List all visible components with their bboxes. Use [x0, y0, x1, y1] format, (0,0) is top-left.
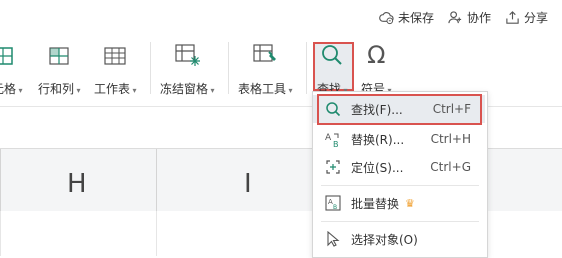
svg-text:A: A	[325, 133, 332, 143]
freeze-panes-icon	[172, 42, 202, 68]
ribbon-separator	[228, 42, 229, 94]
rows-cols-button[interactable]: 行和列	[38, 42, 81, 102]
menu-item-shortcut: Ctrl+G	[430, 160, 471, 174]
menu-item-select-objects[interactable]: 选择对象(O)	[313, 225, 485, 253]
cell-button[interactable]: 元格	[0, 42, 23, 102]
unsaved-status[interactable]: 未保存	[379, 9, 434, 26]
magnifier-icon	[324, 100, 342, 118]
menu-item-label: 查找(F)...	[351, 102, 403, 117]
column-header-i[interactable]: I	[244, 169, 252, 199]
share-label: 分享	[523, 11, 548, 25]
menu-item-shortcut: Ctrl+H	[430, 132, 471, 146]
omega-icon: Ω	[367, 41, 386, 69]
cloud-sync-icon	[379, 12, 394, 25]
menu-separator	[321, 221, 479, 222]
menu-item-shortcut: Ctrl+F	[432, 102, 471, 116]
freeze-panes-button[interactable]: 冻结窗格	[160, 42, 215, 102]
table-tools-label: 表格工具	[238, 80, 293, 97]
share-icon	[506, 11, 519, 24]
worksheet-icon	[100, 42, 130, 68]
unsaved-label: 未保存	[397, 11, 434, 25]
worksheet-button[interactable]: 工作表	[94, 42, 137, 102]
replace-icon: AB	[324, 130, 342, 148]
rows-cols-label: 行和列	[38, 80, 81, 97]
rows-cols-icon	[44, 42, 74, 68]
menu-item-find[interactable]: 查找(F)... Ctrl+F	[313, 95, 485, 123]
batch-replace-icon: AB	[324, 194, 342, 212]
column-divider	[0, 149, 1, 211]
crown-icon: ♛	[405, 196, 415, 210]
locate-icon	[324, 158, 342, 176]
column-divider[interactable]	[156, 149, 157, 211]
menu-item-label: 定位(S)...	[351, 160, 404, 175]
menu-separator	[321, 185, 479, 186]
share-button[interactable]: 分享	[505, 9, 548, 26]
worksheet-label: 工作表	[94, 80, 137, 97]
freeze-panes-label: 冻结窗格	[160, 80, 215, 97]
menu-item-replace[interactable]: AB 替换(R)... Ctrl+H	[313, 125, 485, 153]
ribbon-separator	[150, 42, 151, 94]
find-dropdown-menu: 查找(F)... Ctrl+F AB 替换(R)... Ctrl+H 定位(S)…	[312, 91, 488, 258]
menu-item-batch-replace[interactable]: AB 批量替换 ♛	[313, 189, 485, 217]
collab-button[interactable]: 协作	[448, 9, 491, 26]
svg-text:B: B	[333, 204, 337, 211]
cursor-arrow-icon	[324, 230, 342, 248]
svg-text:B: B	[333, 140, 339, 147]
table-tools-icon	[250, 42, 280, 68]
menu-item-label: 替换(R)...	[351, 132, 405, 147]
menu-item-goto[interactable]: 定位(S)... Ctrl+G	[313, 153, 485, 181]
menu-item-label: 批量替换	[351, 196, 400, 211]
top-actions: 未保存 协作 分享	[379, 9, 548, 26]
ribbon-separator	[306, 42, 307, 94]
magnifier-icon	[317, 42, 347, 68]
table-tools-button[interactable]: 表格工具	[238, 42, 293, 102]
collab-label: 协作	[466, 11, 491, 25]
column-header-h[interactable]: H	[67, 169, 87, 199]
grid-line	[0, 211, 1, 256]
top-bar: 未保存 协作 分享	[0, 0, 562, 34]
cell-label: 元格	[0, 80, 23, 97]
menu-item-label: 选择对象(O)	[351, 232, 418, 247]
cell-icon	[0, 42, 22, 68]
collaborate-icon	[448, 11, 462, 24]
grid-line	[156, 211, 157, 256]
